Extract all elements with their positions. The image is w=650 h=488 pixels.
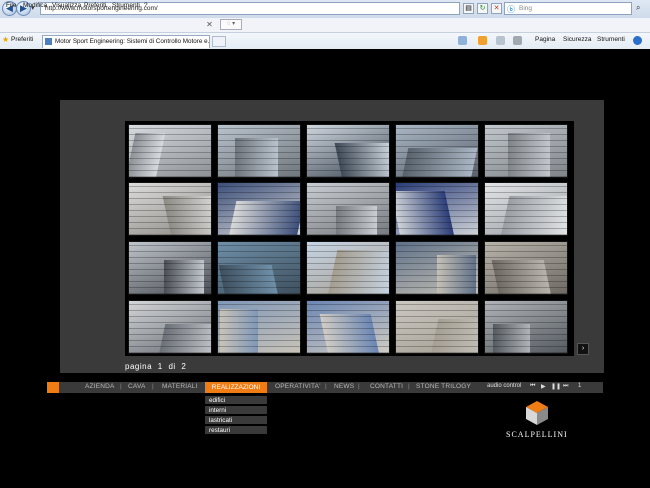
stop-icon[interactable]: ✕ — [491, 3, 502, 14]
nav-operativita[interactable]: OPERATIVITA' — [275, 383, 321, 390]
gallery-thumbnail[interactable] — [128, 241, 212, 295]
gallery-thumbnail[interactable] — [395, 300, 479, 354]
home-icon[interactable] — [458, 36, 467, 45]
brand-name: SCALPELLINI — [506, 430, 568, 439]
help-icon[interactable] — [633, 36, 642, 45]
menu-modifica[interactable]: Modifica — [23, 2, 47, 9]
command-pagina[interactable]: Pagina — [535, 36, 555, 43]
audio-prev-icon[interactable]: ⏮ — [530, 383, 535, 390]
nav-stone-trilogy[interactable]: STONE TRILOGY — [416, 383, 471, 390]
favorites-star-icon[interactable]: ★ — [2, 35, 9, 44]
favorites-label[interactable]: Preferiti — [11, 36, 33, 43]
audio-pause-icon[interactable]: ❚❚ — [551, 383, 561, 390]
feeds-icon[interactable] — [478, 36, 487, 45]
nav-azienda[interactable]: AZIENDA — [85, 383, 115, 390]
nav-materiali[interactable]: MATERIALI — [162, 383, 198, 390]
tab-active[interactable]: Motor Sport Engineering: Sistemi di Cont… — [42, 35, 210, 48]
gallery-thumbnail[interactable] — [484, 300, 568, 354]
page-favicon-icon — [45, 38, 52, 45]
toolbar-dropdown[interactable]: ◌ ▾ — [220, 19, 242, 30]
menu-strumenti[interactable]: Strumenti — [112, 2, 140, 9]
gallery-thumbnail[interactable] — [395, 124, 479, 178]
menu-bar — [0, 18, 650, 33]
gallery-thumbnail[interactable] — [306, 182, 390, 236]
nav-accent-block — [47, 382, 59, 393]
command-strumenti[interactable]: Strumenti — [597, 36, 625, 43]
pager-current: 1 — [157, 362, 163, 371]
new-tab-button[interactable] — [212, 36, 226, 47]
gallery-thumbnail[interactable] — [306, 124, 390, 178]
submenu-edifici[interactable]: edifici — [205, 396, 267, 405]
gallery-thumbnail[interactable] — [484, 124, 568, 178]
nav-separator: | — [325, 383, 327, 390]
close-toolbar-icon[interactable]: ✕ — [204, 19, 215, 30]
print-icon[interactable] — [513, 36, 522, 45]
submenu-lastricati[interactable]: lastricati — [205, 416, 267, 425]
gallery-thumbnail[interactable] — [217, 241, 301, 295]
mail-icon[interactable] — [496, 36, 505, 45]
gallery-thumbnail[interactable] — [217, 124, 301, 178]
next-page-button[interactable]: › — [577, 343, 589, 355]
pagination: pagina 1 di 2 — [125, 362, 186, 371]
menu-help[interactable]: ? — [144, 2, 148, 9]
nav-separator: | — [408, 383, 410, 390]
nav-cava[interactable]: CAVA — [128, 383, 146, 390]
nav-separator: | — [120, 383, 122, 390]
submenu-interni[interactable]: interni — [205, 406, 267, 415]
menu-file[interactable]: File — [6, 2, 16, 9]
nav-separator: | — [358, 383, 360, 390]
nav-separator: | — [152, 383, 154, 390]
compat-view-icon[interactable]: ▤ — [463, 3, 474, 14]
gallery-thumbnail[interactable] — [395, 241, 479, 295]
gallery-thumbnail[interactable] — [484, 182, 568, 236]
nav-news[interactable]: NEWS — [334, 383, 354, 390]
menu-visualizza[interactable]: Visualizza — [52, 2, 81, 9]
nav-realizzazioni[interactable]: REALIZZAZIONI — [205, 382, 267, 393]
search-icon[interactable]: ⌕ — [636, 3, 640, 13]
gallery-thumbnail[interactable] — [306, 300, 390, 354]
bing-logo-icon: ⓑ — [507, 5, 515, 14]
command-sicurezza[interactable]: Sicurezza — [563, 36, 592, 43]
audio-next-icon[interactable]: ⏭ — [563, 383, 568, 390]
search-input[interactable]: Bing — [504, 2, 632, 15]
thumbnail-grid — [125, 121, 574, 356]
nav-contatti[interactable]: CONTATTI — [370, 383, 403, 390]
gallery-thumbnail[interactable] — [306, 241, 390, 295]
gallery-thumbnail[interactable] — [217, 300, 301, 354]
submenu-restauri[interactable]: restauri — [205, 426, 267, 435]
gallery-thumbnail[interactable] — [128, 124, 212, 178]
refresh-icon[interactable]: ↻ — [477, 3, 488, 14]
menu-preferiti[interactable]: Preferiti — [84, 2, 106, 9]
pager-total: 2 — [181, 362, 187, 371]
gallery-thumbnail[interactable] — [217, 182, 301, 236]
audio-control-label: audio control — [487, 383, 522, 389]
gallery-thumbnail[interactable] — [395, 182, 479, 236]
pager-label: pagina — [125, 362, 153, 371]
scalpellini-cube-logo-icon — [526, 401, 548, 425]
gallery-thumbnail[interactable] — [484, 241, 568, 295]
gallery-thumbnail[interactable] — [128, 182, 212, 236]
audio-track-number: 1 — [578, 383, 582, 389]
audio-play-icon[interactable]: ▶ — [541, 383, 546, 390]
gallery-thumbnail[interactable] — [128, 300, 212, 354]
pager-of: di — [168, 362, 176, 371]
